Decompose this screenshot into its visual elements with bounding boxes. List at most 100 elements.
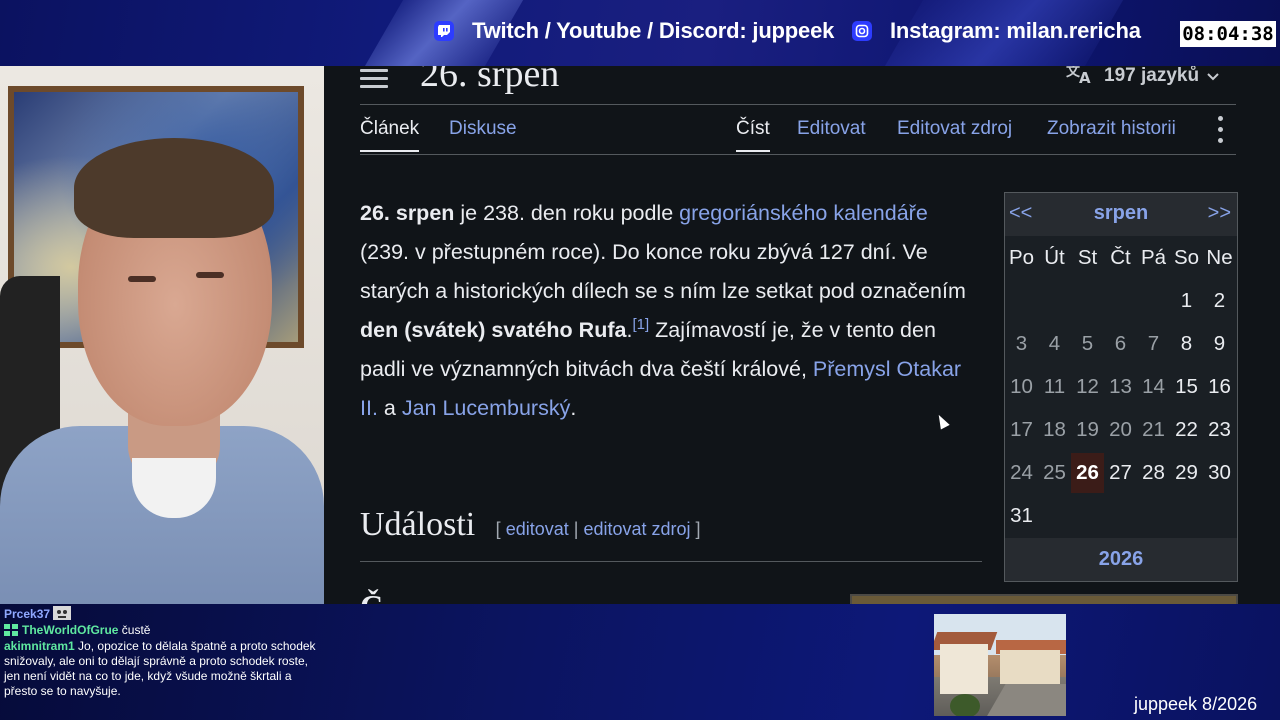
calendar-day[interactable]: 12 bbox=[1071, 375, 1104, 399]
calendar-day[interactable]: 14 bbox=[1137, 375, 1170, 399]
article-text: a bbox=[377, 396, 402, 420]
webcam-feed bbox=[0, 66, 324, 606]
calendar-day[interactable]: 2 bbox=[1203, 289, 1236, 313]
calendar-day[interactable]: 30 bbox=[1203, 461, 1236, 485]
calendar-year[interactable]: 2026 bbox=[1005, 538, 1237, 581]
chat-message: akimnitram1 Jo, opozice to dělala špatně… bbox=[4, 639, 324, 699]
next-section-heading: Č… bbox=[360, 588, 415, 604]
calendar-day[interactable]: 4 bbox=[1038, 332, 1071, 356]
tab-article[interactable]: Článek bbox=[360, 118, 420, 152]
calendar-grid: Po Út St Čt Pá So Ne 1 2 3 4 5 6 7 8 9 10 11 12 13 14… bbox=[1005, 236, 1237, 537]
bracket: [ bbox=[495, 519, 501, 539]
weekday-header: Po Út St Čt Pá So Ne bbox=[1005, 236, 1237, 279]
emote-icon bbox=[50, 606, 72, 621]
section-heading-events: Události [ editovat | editovat zdroj ] bbox=[360, 506, 982, 546]
calendar-day[interactable]: 21 bbox=[1137, 418, 1170, 442]
chat-badge-icon bbox=[4, 624, 18, 636]
article-text: je 238. den roku podle bbox=[454, 201, 680, 225]
tab-edit[interactable]: Editovat bbox=[797, 118, 866, 140]
weekday: Čt bbox=[1110, 245, 1131, 269]
wiki-header: 26. srpen 文A 197 jazyků bbox=[324, 66, 1280, 106]
twitch-icon bbox=[434, 21, 454, 41]
calendar-day-today[interactable]: 26 bbox=[1071, 452, 1104, 493]
translate-icon: 文A bbox=[1066, 66, 1096, 90]
instagram-label: Instagram: milan.rericha bbox=[890, 18, 1141, 43]
article-subject: 26. srpen bbox=[360, 201, 455, 225]
calendar-day[interactable]: 27 bbox=[1104, 461, 1137, 485]
article-image[interactable] bbox=[850, 594, 1238, 604]
calendar-day[interactable]: 1 bbox=[1170, 289, 1203, 313]
bracket: ] bbox=[695, 519, 701, 539]
calendar-day[interactable]: 19 bbox=[1071, 418, 1104, 442]
chat-username[interactable]: Prcek37 bbox=[4, 607, 50, 621]
calendar-day[interactable]: 10 bbox=[1005, 375, 1038, 399]
calendar-day[interactable]: 7 bbox=[1137, 332, 1170, 356]
section-divider bbox=[360, 561, 982, 562]
weekday: Út bbox=[1044, 245, 1065, 269]
calendar-day[interactable]: 17 bbox=[1005, 418, 1038, 442]
person-eye-right bbox=[196, 272, 224, 278]
link-jan-lucembursky[interactable]: Jan Lucemburský bbox=[402, 396, 571, 420]
calendar-week-row: 31 bbox=[1005, 494, 1237, 537]
calendar-day[interactable]: 20 bbox=[1104, 418, 1137, 442]
chat-message: TheWorldOfGrue čustě bbox=[4, 623, 324, 638]
chat-username[interactable]: akimnitram1 bbox=[4, 639, 75, 653]
calendar-day[interactable]: 9 bbox=[1203, 332, 1236, 356]
calendar-day[interactable]: 18 bbox=[1038, 418, 1071, 442]
language-button[interactable]: 文A 197 jazyků bbox=[1066, 66, 1219, 90]
section-title: Události bbox=[360, 506, 476, 543]
link-gregorian-calendar[interactable]: gregoriánského kalendáře bbox=[679, 201, 928, 225]
chat-message: Prcek37 bbox=[4, 606, 324, 622]
bottom-stream-banner: Prcek37 TheWorldOfGrue čustě akimnitram1 … bbox=[0, 604, 1280, 720]
person-hair bbox=[74, 138, 274, 238]
calendar-day[interactable]: 11 bbox=[1038, 375, 1071, 399]
calendar-day[interactable]: 31 bbox=[1005, 504, 1038, 528]
svg-text:A: A bbox=[1079, 69, 1091, 84]
calendar-day[interactable]: 16 bbox=[1203, 375, 1236, 399]
section-edit-link[interactable]: editovat bbox=[506, 519, 569, 539]
month-calendar: << srpen >> Po Út St Čt Pá So Ne 1234567… bbox=[1004, 192, 1238, 582]
calendar-week-row: 24 25 26 27 28 29 30 bbox=[1005, 451, 1237, 494]
footer-label: juppeek 8/2026 bbox=[1134, 694, 1258, 714]
chevron-down-icon bbox=[1207, 66, 1219, 87]
tab-history[interactable]: Zobrazit historii bbox=[1047, 118, 1176, 140]
weekday: St bbox=[1077, 245, 1098, 269]
tab-read[interactable]: Číst bbox=[736, 118, 770, 152]
calendar-day[interactable]: 24 bbox=[1005, 461, 1038, 485]
weekday: Pá bbox=[1140, 245, 1167, 269]
calendar-day[interactable]: 5 bbox=[1071, 332, 1104, 356]
hamburger-menu-icon[interactable] bbox=[360, 66, 388, 88]
article-text: (239. v přestupném roce). Do konce roku … bbox=[360, 240, 966, 303]
next-month-link[interactable]: >> bbox=[1208, 202, 1231, 225]
calendar-day[interactable]: 3 bbox=[1005, 332, 1038, 356]
calendar-day[interactable]: 13 bbox=[1104, 375, 1137, 399]
language-count: 197 jazyků bbox=[1104, 66, 1200, 86]
calendar-day[interactable]: 6 bbox=[1104, 332, 1137, 356]
instagram-icon bbox=[852, 21, 872, 41]
calendar-day[interactable]: 15 bbox=[1170, 375, 1203, 399]
chat-username[interactable]: TheWorldOfGrue bbox=[22, 623, 118, 637]
weekday: So bbox=[1173, 245, 1200, 269]
calendar-day[interactable]: 23 bbox=[1203, 418, 1236, 442]
calendar-day[interactable]: 22 bbox=[1170, 418, 1203, 442]
tab-edit-source[interactable]: Editovat zdroj bbox=[897, 118, 1012, 140]
section-edit-source-link[interactable]: editovat zdroj bbox=[583, 519, 690, 539]
page-title: 26. srpen bbox=[420, 66, 560, 95]
socials-label: Twitch / Youtube / Discord: juppeek bbox=[472, 18, 835, 43]
calendar-month[interactable]: srpen bbox=[1005, 202, 1237, 225]
section-edit-links: [ editovat | editovat zdroj ] bbox=[496, 519, 701, 539]
top-stream-banner: Twitch / Youtube / Discord: juppeek Inst… bbox=[0, 0, 1280, 66]
calendar-day[interactable]: 29 bbox=[1170, 461, 1203, 485]
instagram-item: Instagram: milan.rericha bbox=[852, 18, 1141, 44]
tab-discussion[interactable]: Diskuse bbox=[449, 118, 517, 140]
chat-text: čustě bbox=[121, 623, 151, 637]
calendar-day[interactable]: 8 bbox=[1170, 332, 1203, 356]
calendar-day[interactable]: 25 bbox=[1038, 461, 1071, 485]
more-options-icon[interactable] bbox=[1218, 116, 1224, 146]
calendar-nav: << srpen >> bbox=[1005, 193, 1237, 236]
calendar-week-row: 12 bbox=[1005, 279, 1237, 322]
reference-1[interactable]: [1] bbox=[632, 316, 649, 333]
separator: | bbox=[573, 519, 579, 539]
calendar-day[interactable]: 28 bbox=[1137, 461, 1170, 485]
header-divider bbox=[360, 104, 1236, 105]
